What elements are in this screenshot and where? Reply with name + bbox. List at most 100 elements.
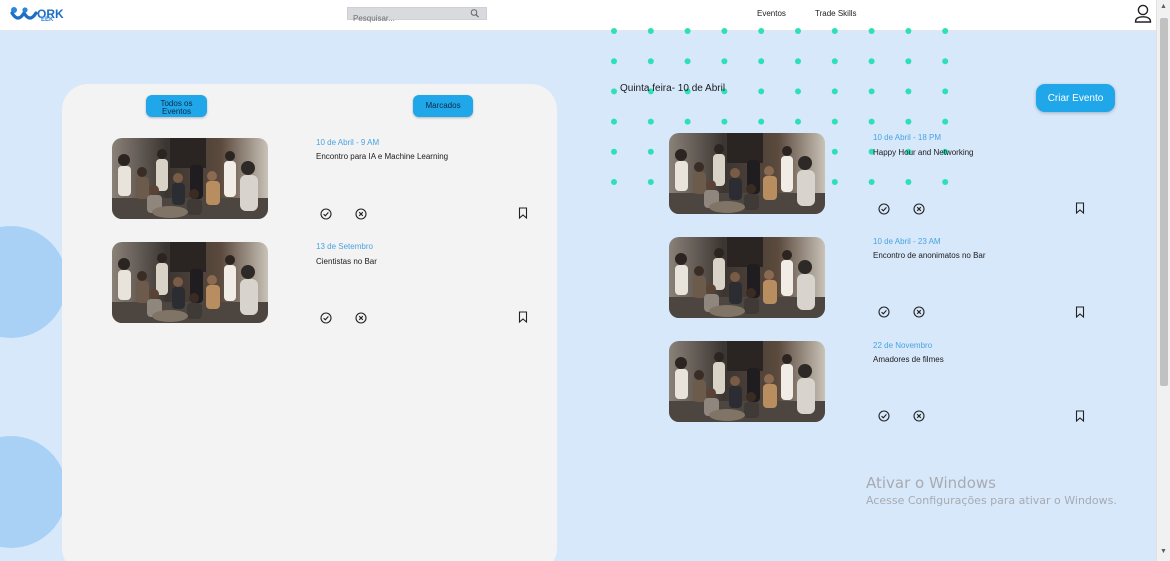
decorative-dot xyxy=(647,179,654,185)
check-circle-icon[interactable] xyxy=(878,203,890,215)
event-title[interactable]: Encontro para IA e Machine Learning xyxy=(316,152,448,161)
decorative-dot xyxy=(647,28,654,34)
decorative-dot xyxy=(647,148,654,155)
decorative-dot xyxy=(905,88,912,95)
event-card: 10 de Abril - 9 AM Encontro para IA e Ma… xyxy=(112,138,532,228)
check-circle-icon[interactable] xyxy=(320,312,332,324)
decorative-dot xyxy=(795,28,801,34)
decorative-dot xyxy=(942,88,949,95)
user-icon[interactable] xyxy=(1133,3,1153,25)
x-circle-icon[interactable] xyxy=(913,306,925,318)
event-photo xyxy=(112,242,268,323)
search-box[interactable] xyxy=(347,7,487,24)
bookmark-icon[interactable] xyxy=(1074,410,1086,422)
logo-subtext: EEK xyxy=(41,17,54,23)
check-circle-icon[interactable] xyxy=(878,306,890,318)
decorative-dot xyxy=(611,58,617,65)
decorative-dot xyxy=(868,118,875,125)
scroll-down-arrow-icon[interactable]: ▼ xyxy=(1160,548,1167,555)
event-image[interactable] xyxy=(112,138,268,219)
x-circle-icon[interactable] xyxy=(913,203,925,215)
event-title[interactable]: Encontro de anonimatos no Bar xyxy=(873,251,986,260)
decorative-dot xyxy=(611,179,617,185)
decorative-dot xyxy=(758,58,765,65)
decorative-dot xyxy=(942,28,949,34)
search-icon[interactable] xyxy=(470,8,480,19)
decorative-dot xyxy=(831,88,838,95)
decorative-dot xyxy=(868,88,875,95)
event-photo xyxy=(669,341,825,422)
decorative-dot xyxy=(758,88,765,95)
decorative-dot xyxy=(942,58,949,65)
decorative-dot xyxy=(831,28,838,34)
windows-activation-watermark: Ativar o Windows Acesse Configurações pa… xyxy=(866,474,1117,507)
decorative-dot xyxy=(684,28,691,34)
event-photo xyxy=(112,138,268,219)
logo-wave-icon xyxy=(10,7,38,20)
decorative-dot xyxy=(905,118,912,125)
decorative-dot xyxy=(684,118,691,125)
event-card: 10 de Abril - 23 AM Encontro de anonimat… xyxy=(669,237,1089,327)
page-scrollbar[interactable]: ▲ ▼ xyxy=(1156,0,1170,561)
x-circle-icon[interactable] xyxy=(913,410,925,422)
decorative-dot xyxy=(611,28,617,34)
decorative-dot xyxy=(647,118,654,125)
event-card: 22 de Novembro Amadores de filmes xyxy=(669,341,1089,431)
scroll-up-arrow-icon[interactable]: ▲ xyxy=(1160,3,1167,10)
event-date: 13 de Setembro xyxy=(316,242,373,251)
event-title[interactable]: Amadores de filmes xyxy=(873,355,944,364)
event-photo xyxy=(669,237,825,318)
x-circle-icon[interactable] xyxy=(355,208,367,220)
decorative-dot xyxy=(647,58,654,65)
decorative-circle xyxy=(0,226,67,338)
decorative-dot xyxy=(868,28,875,34)
event-title[interactable]: Happy Hour and Networking xyxy=(873,148,974,157)
selected-date-heading: Quinta feira- 10 de Abril xyxy=(620,83,726,94)
decorative-dot xyxy=(868,58,875,65)
bookmark-icon[interactable] xyxy=(517,311,529,323)
nav-link-trade-skills[interactable]: Trade Skills xyxy=(815,9,857,18)
bookmark-icon[interactable] xyxy=(1074,306,1086,318)
check-circle-icon[interactable] xyxy=(878,410,890,422)
create-event-button[interactable]: Criar Evento xyxy=(1036,84,1115,112)
event-image[interactable] xyxy=(112,242,268,323)
decorative-dot xyxy=(795,88,801,95)
watermark-subtitle: Acesse Configurações para ativar o Windo… xyxy=(866,494,1117,507)
event-card: 13 de Setembro Cientistas no Bar xyxy=(112,242,532,332)
event-image[interactable] xyxy=(669,237,825,318)
decorative-dot xyxy=(758,118,765,125)
decorative-dot xyxy=(684,58,691,65)
decorative-dot xyxy=(831,118,838,125)
decorative-dot xyxy=(611,88,617,95)
check-circle-icon[interactable] xyxy=(320,208,332,220)
decorative-dot xyxy=(905,28,912,34)
decorative-dot xyxy=(611,148,617,155)
search-input[interactable] xyxy=(348,13,466,24)
x-circle-icon[interactable] xyxy=(355,312,367,324)
decorative-dot xyxy=(905,58,912,65)
event-date: 10 de Abril - 18 PM xyxy=(873,133,942,142)
decorative-dot xyxy=(721,58,728,65)
filter-marked-button[interactable]: Marcados xyxy=(413,95,473,117)
bookmark-icon[interactable] xyxy=(517,207,529,219)
logo[interactable]: ORK xyxy=(10,5,64,21)
event-image[interactable] xyxy=(669,133,825,214)
scroll-thumb[interactable] xyxy=(1160,18,1168,386)
decorative-dot xyxy=(758,28,765,34)
filter-all-events-button[interactable]: Todos os Eventos xyxy=(146,95,207,117)
decorative-dot xyxy=(721,118,728,125)
watermark-title: Ativar o Windows xyxy=(866,474,996,492)
event-date: 22 de Novembro xyxy=(873,341,933,350)
decorative-circle xyxy=(0,436,67,548)
bookmark-icon[interactable] xyxy=(1074,202,1086,214)
nav-link-eventos[interactable]: Eventos xyxy=(757,9,786,18)
event-photo xyxy=(669,133,825,214)
decorative-dot xyxy=(721,28,728,34)
event-title[interactable]: Cientistas no Bar xyxy=(316,257,377,266)
decorative-dot xyxy=(942,118,949,125)
decorative-dot xyxy=(795,118,801,125)
event-date: 10 de Abril - 9 AM xyxy=(316,138,380,147)
event-image[interactable] xyxy=(669,341,825,422)
decorative-dot xyxy=(795,58,801,65)
decorative-dot xyxy=(611,118,617,125)
